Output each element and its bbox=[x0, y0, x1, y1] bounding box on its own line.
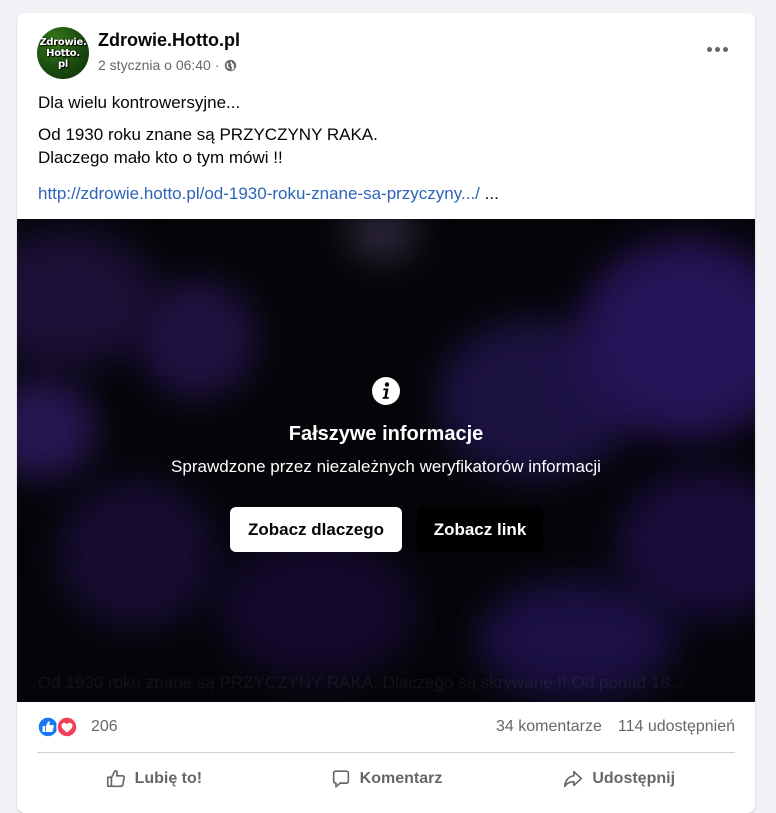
meta-separator: · bbox=[214, 57, 220, 73]
post-text-line: Dlaczego mało kto o tym mówi !! bbox=[38, 148, 283, 167]
comment-label: Komentarz bbox=[359, 770, 443, 787]
reaction-icons[interactable] bbox=[37, 716, 81, 738]
comment-button[interactable]: Komentarz bbox=[270, 757, 503, 801]
post-timestamp[interactable]: 2 stycznia o 06:40 bbox=[98, 57, 211, 73]
post-text-line: Od 1930 roku znane są PRZYCZYNY RAKA. bbox=[38, 125, 378, 144]
fact-check-title: Fałszywe informacje bbox=[288, 423, 484, 445]
post-link[interactable]: http://zdrowie.hotto.pl/od-1930-roku-zna… bbox=[38, 184, 480, 203]
see-more-ellipsis[interactable]: ... bbox=[485, 184, 499, 203]
avatar[interactable]: Zdrowie. Hotto. pl bbox=[37, 27, 89, 79]
post-header: Zdrowie. Hotto. pl Zdrowie.Hotto.pl 2 st… bbox=[17, 13, 755, 83]
more-options-icon bbox=[706, 46, 712, 52]
post-meta: 2 stycznia o 06:40 · bbox=[98, 57, 237, 73]
post-card: Zdrowie. Hotto. pl Zdrowie.Hotto.pl 2 st… bbox=[17, 13, 755, 813]
share-icon bbox=[564, 770, 583, 788]
thumbs-up-icon bbox=[106, 770, 125, 788]
blurred-preview-text: Od 1930 roku znane są PRZYCZYNY RAKA. Dl… bbox=[38, 673, 685, 692]
like-reaction-icon bbox=[37, 716, 59, 738]
info-icon bbox=[372, 377, 400, 405]
see-why-button[interactable]: Zobacz dlaczego bbox=[230, 507, 402, 552]
more-options-button[interactable] bbox=[699, 37, 735, 61]
reaction-count[interactable]: 206 bbox=[91, 718, 118, 736]
avatar-logo-text: Zdrowie. Hotto. pl bbox=[39, 37, 87, 70]
globe-icon[interactable] bbox=[224, 59, 237, 72]
like-label: Lubię to! bbox=[134, 770, 203, 787]
blurred-link-preview: Fałszywe informacje Sprawdzone przez nie… bbox=[17, 219, 755, 702]
post-actions: Lubię to! Komentarz Udostępnij bbox=[37, 757, 735, 801]
share-button[interactable]: Udostępnij bbox=[502, 757, 735, 801]
share-label: Udostępnij bbox=[592, 770, 676, 787]
divider bbox=[37, 752, 735, 753]
post-text-line: Dla wielu kontrowersyjne... bbox=[38, 93, 241, 112]
comment-icon bbox=[332, 770, 349, 788]
fact-check-subtitle: Sprawdzone przez niezależnych weryfikato… bbox=[171, 457, 601, 476]
love-reaction-icon bbox=[56, 716, 78, 738]
shares-count[interactable]: 114 udostępnień bbox=[618, 718, 735, 736]
post-link-line: http://zdrowie.hotto.pl/od-1930-roku-zna… bbox=[38, 184, 499, 204]
post-text: Dla wielu kontrowersyjne... Od 1930 roku… bbox=[38, 91, 735, 169]
comments-count[interactable]: 34 komentarze bbox=[496, 718, 602, 736]
page-name[interactable]: Zdrowie.Hotto.pl bbox=[98, 30, 240, 51]
engagement-counts: 34 komentarze 114 udostępnień bbox=[496, 718, 735, 736]
like-button[interactable]: Lubię to! bbox=[37, 757, 270, 801]
see-link-button[interactable]: Zobacz link bbox=[417, 507, 543, 552]
reactions-row: 206 34 komentarze 114 udostępnień bbox=[37, 714, 735, 742]
